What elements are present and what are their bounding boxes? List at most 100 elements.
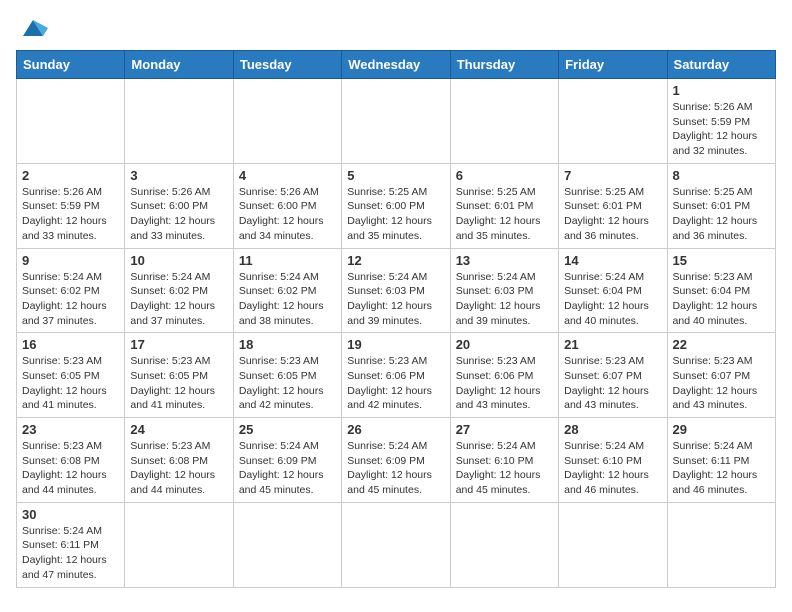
calendar-cell: 10Sunrise: 5:24 AM Sunset: 6:02 PM Dayli…	[125, 248, 233, 333]
day-info: Sunrise: 5:24 AM Sunset: 6:02 PM Dayligh…	[22, 270, 119, 329]
day-header-thursday: Thursday	[450, 51, 558, 79]
logo	[16, 16, 48, 40]
day-number: 14	[564, 253, 661, 268]
day-info: Sunrise: 5:23 AM Sunset: 6:06 PM Dayligh…	[347, 354, 444, 413]
day-info: Sunrise: 5:26 AM Sunset: 6:00 PM Dayligh…	[130, 185, 227, 244]
day-number: 22	[673, 337, 770, 352]
day-info: Sunrise: 5:24 AM Sunset: 6:09 PM Dayligh…	[239, 439, 336, 498]
day-header-sunday: Sunday	[17, 51, 125, 79]
day-info: Sunrise: 5:26 AM Sunset: 5:59 PM Dayligh…	[673, 100, 770, 159]
calendar-week-row: 16Sunrise: 5:23 AM Sunset: 6:05 PM Dayli…	[17, 333, 776, 418]
calendar-cell: 29 Sunrise: 5:24 AM Sunset: 6:11 PM Dayli…	[667, 418, 775, 503]
day-info: Sunrise: 5:26 AM Sunset: 5:59 PM Dayligh…	[22, 185, 119, 244]
calendar-cell: 28 Sunrise: 5:24 AM Sunset: 6:10 PM Dayli…	[559, 418, 667, 503]
day-info: Sunrise: 5:25 AM Sunset: 6:00 PM Dayligh…	[347, 185, 444, 244]
calendar-cell: 4 Sunrise: 5:26 AM Sunset: 6:00 PM Daylig…	[233, 163, 341, 248]
calendar-cell: 5Sunrise: 5:25 AM Sunset: 6:00 PM Daylig…	[342, 163, 450, 248]
day-number: 15	[673, 253, 770, 268]
calendar-week-row: 9 Sunrise: 5:24 AM Sunset: 6:02 PM Daylig…	[17, 248, 776, 333]
day-number: 27	[456, 422, 553, 437]
calendar-cell: 1 Sunrise: 5:26 AM Sunset: 5:59 PM Daylig…	[667, 79, 775, 164]
day-info: Sunrise: 5:23 AM Sunset: 6:05 PM Dayligh…	[239, 354, 336, 413]
calendar-cell: 12Sunrise: 5:24 AM Sunset: 6:03 PM Dayli…	[342, 248, 450, 333]
day-info: Sunrise: 5:25 AM Sunset: 6:01 PM Dayligh…	[456, 185, 553, 244]
calendar-cell: 9 Sunrise: 5:24 AM Sunset: 6:02 PM Daylig…	[17, 248, 125, 333]
day-info: Sunrise: 5:23 AM Sunset: 6:08 PM Dayligh…	[22, 439, 119, 498]
calendar-cell: 8 Sunrise: 5:25 AM Sunset: 6:01 PM Daylig…	[667, 163, 775, 248]
day-header-saturday: Saturday	[667, 51, 775, 79]
day-header-tuesday: Tuesday	[233, 51, 341, 79]
day-header-friday: Friday	[559, 51, 667, 79]
calendar-cell: 26Sunrise: 5:24 AM Sunset: 6:09 PM Dayli…	[342, 418, 450, 503]
calendar-cell: 23Sunrise: 5:23 AM Sunset: 6:08 PM Dayli…	[17, 418, 125, 503]
calendar-cell: 18 Sunrise: 5:23 AM Sunset: 6:05 PM Dayli…	[233, 333, 341, 418]
calendar-cell	[233, 502, 341, 587]
calendar-week-row: 23Sunrise: 5:23 AM Sunset: 6:08 PM Dayli…	[17, 418, 776, 503]
day-number: 30	[22, 507, 119, 522]
day-number: 29	[673, 422, 770, 437]
day-number: 21	[564, 337, 661, 352]
day-number: 19	[347, 337, 444, 352]
day-number: 11	[239, 253, 336, 268]
calendar-cell: 20 Sunrise: 5:23 AM Sunset: 6:06 PM Dayli…	[450, 333, 558, 418]
calendar-week-row: 30 Sunrise: 5:24 AM Sunset: 6:11 PM Dayli…	[17, 502, 776, 587]
calendar-table: SundayMondayTuesdayWednesdayThursdayFrid…	[16, 50, 776, 588]
calendar-cell	[17, 79, 125, 164]
logo-icon	[18, 16, 48, 40]
calendar-cell	[342, 79, 450, 164]
day-info: Sunrise: 5:25 AM Sunset: 6:01 PM Dayligh…	[564, 185, 661, 244]
calendar-cell: 2 Sunrise: 5:26 AM Sunset: 5:59 PM Daylig…	[17, 163, 125, 248]
day-info: Sunrise: 5:24 AM Sunset: 6:11 PM Dayligh…	[22, 524, 119, 583]
calendar-cell	[125, 79, 233, 164]
day-info: Sunrise: 5:24 AM Sunset: 6:02 PM Dayligh…	[239, 270, 336, 329]
day-number: 7	[564, 168, 661, 183]
day-info: Sunrise: 5:24 AM Sunset: 6:11 PM Dayligh…	[673, 439, 770, 498]
day-info: Sunrise: 5:26 AM Sunset: 6:00 PM Dayligh…	[239, 185, 336, 244]
calendar-cell	[233, 79, 341, 164]
day-number: 12	[347, 253, 444, 268]
day-number: 13	[456, 253, 553, 268]
day-info: Sunrise: 5:23 AM Sunset: 6:08 PM Dayligh…	[130, 439, 227, 498]
day-info: Sunrise: 5:23 AM Sunset: 6:06 PM Dayligh…	[456, 354, 553, 413]
day-number: 1	[673, 83, 770, 98]
day-number: 8	[673, 168, 770, 183]
day-number: 9	[22, 253, 119, 268]
day-number: 4	[239, 168, 336, 183]
day-info: Sunrise: 5:23 AM Sunset: 6:04 PM Dayligh…	[673, 270, 770, 329]
calendar-cell	[450, 79, 558, 164]
day-info: Sunrise: 5:25 AM Sunset: 6:01 PM Dayligh…	[673, 185, 770, 244]
day-info: Sunrise: 5:23 AM Sunset: 6:07 PM Dayligh…	[673, 354, 770, 413]
page-header	[16, 16, 776, 40]
calendar-cell	[559, 79, 667, 164]
calendar-cell: 19 Sunrise: 5:23 AM Sunset: 6:06 PM Dayli…	[342, 333, 450, 418]
day-number: 26	[347, 422, 444, 437]
day-info: Sunrise: 5:23 AM Sunset: 6:05 PM Dayligh…	[22, 354, 119, 413]
day-number: 17	[130, 337, 227, 352]
calendar-cell	[559, 502, 667, 587]
calendar-cell: 25 Sunrise: 5:24 AM Sunset: 6:09 PM Dayli…	[233, 418, 341, 503]
day-number: 24	[130, 422, 227, 437]
day-info: Sunrise: 5:23 AM Sunset: 6:05 PM Dayligh…	[130, 354, 227, 413]
calendar-cell: 16Sunrise: 5:23 AM Sunset: 6:05 PM Dayli…	[17, 333, 125, 418]
day-info: Sunrise: 5:24 AM Sunset: 6:10 PM Dayligh…	[564, 439, 661, 498]
calendar-cell: 30 Sunrise: 5:24 AM Sunset: 6:11 PM Dayli…	[17, 502, 125, 587]
calendar-cell: 22 Sunrise: 5:23 AM Sunset: 6:07 PM Dayli…	[667, 333, 775, 418]
calendar-cell	[450, 502, 558, 587]
day-info: Sunrise: 5:24 AM Sunset: 6:03 PM Dayligh…	[456, 270, 553, 329]
calendar-cell: 14 Sunrise: 5:24 AM Sunset: 6:04 PM Dayli…	[559, 248, 667, 333]
day-number: 20	[456, 337, 553, 352]
calendar-week-row: 2 Sunrise: 5:26 AM Sunset: 5:59 PM Daylig…	[17, 163, 776, 248]
calendar-cell: 15 Sunrise: 5:23 AM Sunset: 6:04 PM Dayli…	[667, 248, 775, 333]
day-info: Sunrise: 5:24 AM Sunset: 6:10 PM Dayligh…	[456, 439, 553, 498]
calendar-cell	[125, 502, 233, 587]
day-number: 25	[239, 422, 336, 437]
day-number: 28	[564, 422, 661, 437]
calendar-cell: 24 Sunrise: 5:23 AM Sunset: 6:08 PM Dayli…	[125, 418, 233, 503]
calendar-week-row: 1 Sunrise: 5:26 AM Sunset: 5:59 PM Daylig…	[17, 79, 776, 164]
day-number: 3	[130, 168, 227, 183]
day-number: 2	[22, 168, 119, 183]
calendar-cell: 27 Sunrise: 5:24 AM Sunset: 6:10 PM Dayli…	[450, 418, 558, 503]
calendar-cell: 21Sunrise: 5:23 AM Sunset: 6:07 PM Dayli…	[559, 333, 667, 418]
day-number: 18	[239, 337, 336, 352]
day-info: Sunrise: 5:24 AM Sunset: 6:04 PM Dayligh…	[564, 270, 661, 329]
